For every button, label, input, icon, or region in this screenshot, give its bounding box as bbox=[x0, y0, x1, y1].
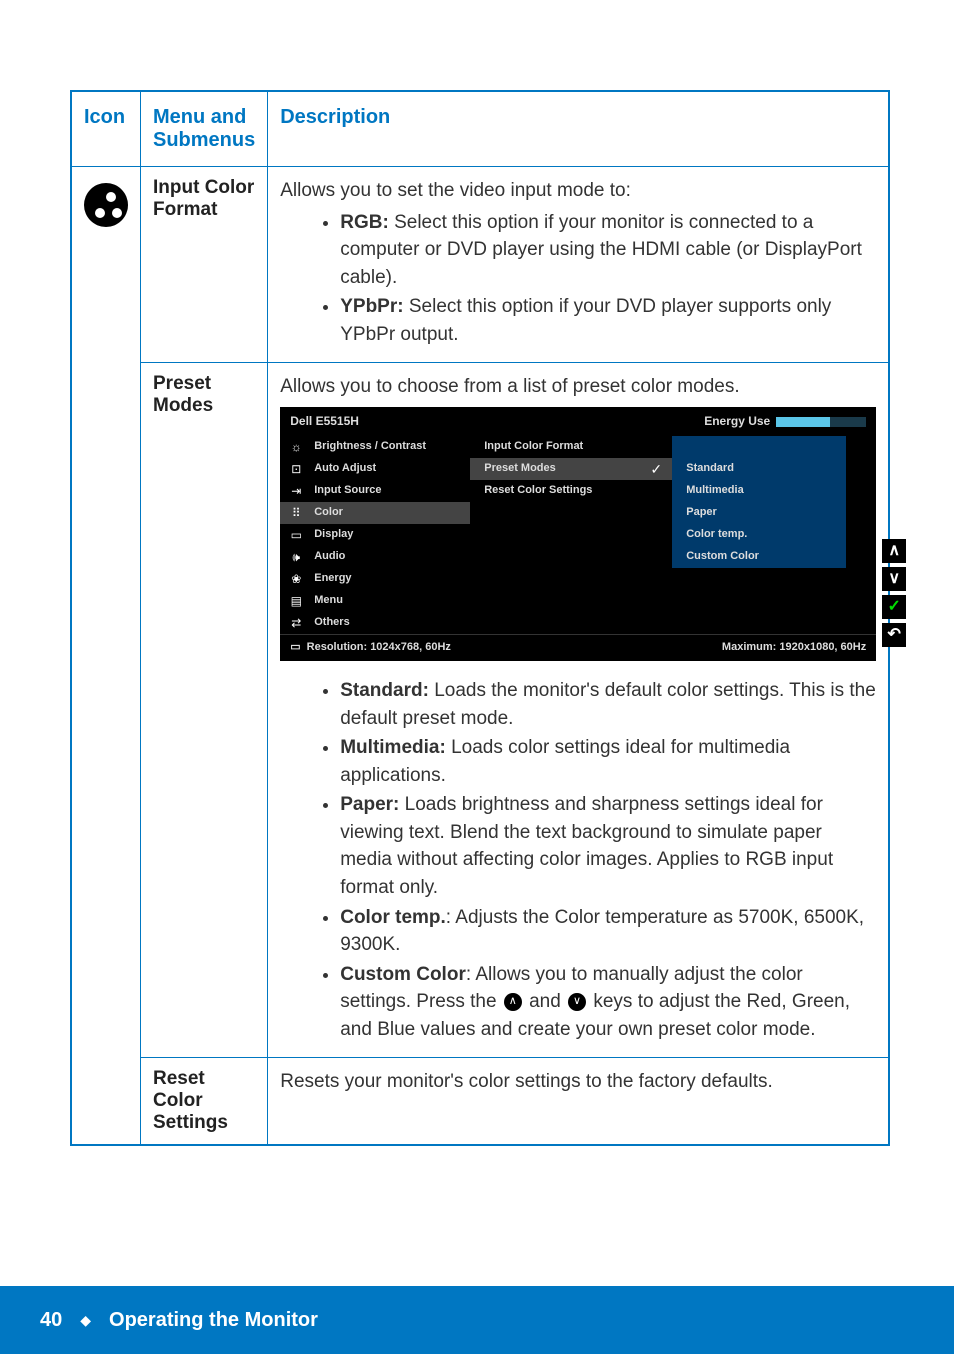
osd-title: Dell E5515H bbox=[290, 413, 359, 430]
resolution-icon: ▭ bbox=[290, 641, 300, 653]
osd-item-energy[interactable]: ❀Energy bbox=[280, 568, 470, 590]
osd-footer-left: Resolution: 1024x768, 60Hz bbox=[307, 641, 451, 653]
rgb-label: RGB: bbox=[340, 212, 389, 233]
osd-item-inputsource[interactable]: ⇥Input Source bbox=[280, 480, 470, 502]
osd-item-others[interactable]: ⇄Others bbox=[280, 612, 470, 634]
osd-main-menu: ☼Brightness / Contrast ⊡Auto Adjust ⇥Inp… bbox=[280, 436, 470, 634]
others-icon: ⇄ bbox=[286, 615, 306, 632]
check-icon: ✓ bbox=[650, 459, 662, 479]
osd-panel: Dell E5515H Energy Use ☼Brightness / Con… bbox=[280, 407, 876, 661]
header-icon: Icon bbox=[71, 91, 141, 167]
osd-preset-colortemp[interactable]: Color temp. bbox=[672, 524, 846, 546]
ypbpr-text: Select this option if your DVD player su… bbox=[340, 296, 831, 345]
osd-sub-resetcolor[interactable]: Reset Color Settings bbox=[470, 480, 640, 502]
osd-footer-right: Maximum: 1920x1080, 60Hz bbox=[722, 640, 866, 656]
osd-preset-list: Standard Multimedia Paper Color temp. Cu… bbox=[672, 436, 846, 634]
color-menu-icon: ⠿ bbox=[286, 505, 306, 522]
paper-label: Paper: bbox=[340, 794, 399, 815]
footer-title: Operating the Monitor bbox=[109, 1309, 318, 1332]
osd-energy-label: Energy Use bbox=[704, 414, 770, 428]
osd-item-autoadjust[interactable]: ⊡Auto Adjust bbox=[280, 458, 470, 480]
diamond-icon: ◆ bbox=[80, 1312, 91, 1329]
osd-preset-standard[interactable]: Standard bbox=[672, 458, 846, 480]
list-item: Standard: Loads the monitor's default co… bbox=[340, 677, 876, 732]
down-key-icon: ∨ bbox=[568, 993, 586, 1011]
list-item: Multimedia: Loads color settings ideal f… bbox=[340, 734, 876, 789]
customcolor-text-b: and bbox=[524, 991, 566, 1012]
osd-item-display[interactable]: ▭Display bbox=[280, 524, 470, 546]
osd-preset-paper[interactable]: Paper bbox=[672, 502, 846, 524]
menu-description-table: Icon Menu and Submenus Description Input… bbox=[70, 90, 890, 1146]
menu-icon: ▤ bbox=[286, 593, 306, 610]
standard-label: Standard: bbox=[340, 680, 429, 701]
desc-intro: Allows you to set the video input mode t… bbox=[280, 180, 631, 201]
osd-sub-presetmodes[interactable]: Preset Modes bbox=[470, 458, 640, 480]
osd-check-column: ✓ bbox=[640, 436, 672, 634]
osd-sub-menu: Input Color Format Preset Modes Reset Co… bbox=[470, 436, 640, 634]
up-key-icon: ∧ bbox=[504, 993, 522, 1011]
table-row: Input Color Format Allows you to set the… bbox=[71, 167, 889, 363]
header-menu: Menu and Submenus bbox=[141, 91, 268, 167]
table-row: Reset Color Settings Resets your monitor… bbox=[71, 1058, 889, 1146]
osd-nav-ok-button[interactable]: ✓ bbox=[882, 595, 906, 619]
brightness-icon: ☼ bbox=[286, 439, 306, 456]
osd-item-brightness[interactable]: ☼Brightness / Contrast bbox=[280, 436, 470, 458]
menu-input-color-format: Input Color Format bbox=[153, 177, 255, 221]
osd-item-menu[interactable]: ▤Menu bbox=[280, 590, 470, 612]
ypbpr-label: YPbPr: bbox=[340, 296, 403, 317]
reset-color-text: Resets your monitor's color settings to … bbox=[280, 1071, 773, 1092]
list-item: Paper: Loads brightness and sharpness se… bbox=[340, 791, 876, 901]
customcolor-label: Custom Color bbox=[340, 964, 466, 985]
colortemp-label: Color temp. bbox=[340, 907, 446, 928]
multimedia-label: Multimedia: bbox=[340, 737, 446, 758]
inputsource-icon: ⇥ bbox=[286, 483, 306, 500]
osd-preset-customcolor[interactable]: Custom Color bbox=[672, 546, 846, 568]
energy-icon: ❀ bbox=[286, 571, 306, 588]
osd-nav-up-button[interactable]: ∧ bbox=[882, 539, 906, 563]
page-footer: 40 ◆ Operating the Monitor bbox=[0, 1286, 954, 1354]
audio-icon: 🕪 bbox=[286, 549, 306, 566]
osd-nav-down-button[interactable]: ∨ bbox=[882, 567, 906, 591]
list-item: Color temp.: Adjusts the Color temperatu… bbox=[340, 904, 876, 959]
osd-preset-multimedia[interactable]: Multimedia bbox=[672, 480, 846, 502]
preset-intro: Allows you to choose from a list of pres… bbox=[280, 376, 739, 397]
autoadjust-icon: ⊡ bbox=[286, 461, 306, 478]
osd-nav-back-button[interactable]: ↶ bbox=[882, 623, 906, 647]
energy-bar-icon bbox=[776, 417, 866, 427]
list-item: RGB: Select this option if your monitor … bbox=[340, 209, 876, 292]
osd-side-buttons: ∧ ∨ ✓ ↶ bbox=[882, 539, 906, 647]
osd-item-audio[interactable]: 🕪Audio bbox=[280, 546, 470, 568]
osd-sub-inputcolorformat[interactable]: Input Color Format bbox=[470, 436, 640, 458]
paper-text: Loads brightness and sharpness settings … bbox=[340, 794, 833, 898]
page-number: 40 bbox=[40, 1309, 62, 1332]
menu-reset-color: Reset Color Settings bbox=[153, 1068, 255, 1134]
osd-item-color[interactable]: ⠿Color bbox=[280, 502, 470, 524]
display-icon: ▭ bbox=[286, 527, 306, 544]
table-row: Preset Modes Allows you to choose from a… bbox=[71, 363, 889, 1058]
menu-preset-modes: Preset Modes bbox=[153, 373, 255, 417]
list-item: YPbPr: Select this option if your DVD pl… bbox=[340, 293, 876, 348]
color-icon bbox=[84, 183, 128, 227]
header-description: Description bbox=[268, 91, 890, 167]
rgb-text: Select this option if your monitor is co… bbox=[340, 212, 862, 288]
list-item: Custom Color: Allows you to manually adj… bbox=[340, 961, 876, 1044]
